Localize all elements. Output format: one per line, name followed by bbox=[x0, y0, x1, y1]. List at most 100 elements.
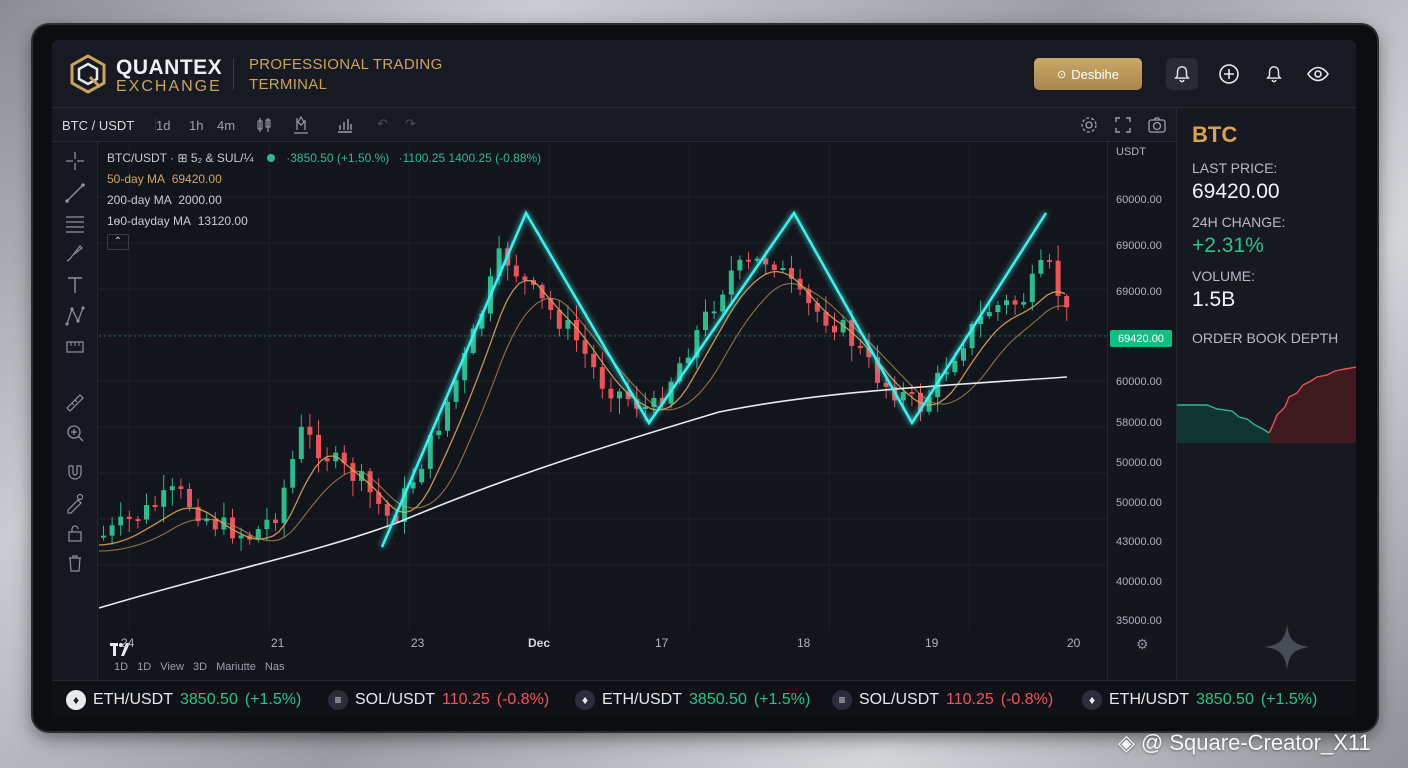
candle-body bbox=[771, 264, 777, 271]
eth-icon: ♦ bbox=[66, 690, 86, 710]
candle-body bbox=[144, 505, 149, 520]
crosshair-icon[interactable] bbox=[64, 150, 86, 172]
plus-circle-icon[interactable] bbox=[1215, 60, 1243, 88]
coin-icon: ⊙ bbox=[1057, 68, 1067, 81]
candle-body bbox=[384, 503, 390, 516]
candle-body bbox=[367, 471, 373, 493]
candle-body bbox=[780, 268, 786, 271]
ticker-price: 110.25 bbox=[442, 691, 490, 708]
ma50-label: 50-day MA bbox=[107, 172, 166, 186]
range-3d[interactable]: 3D bbox=[193, 661, 207, 673]
lock-draw-icon[interactable] bbox=[64, 492, 86, 514]
indicators-icon[interactable] bbox=[292, 115, 310, 138]
ticker-item[interactable]: ≡ SOL/USDT 110.25 (-0.8%) bbox=[328, 690, 549, 710]
trading-terminal: QUANTEX EXCHANGE PROFESSIONAL TRADING TE… bbox=[52, 40, 1356, 716]
chart-toolbar: BTC / USDT 1d 1h 4m ↶ ↷ bbox=[52, 108, 1176, 142]
price-chart[interactable]: BTC/USDT · ⊞ 5₂ & SUL/¼ ·3850.50 (+1.50.… bbox=[99, 142, 1107, 680]
timeframe-1h[interactable]: 1h bbox=[189, 118, 203, 133]
candle-body bbox=[832, 325, 837, 333]
time-axis[interactable]: 24 21 23 Dec 17 18 19 20 bbox=[99, 630, 1107, 652]
ruler-icon[interactable] bbox=[64, 392, 86, 414]
moving-averages bbox=[99, 270, 1068, 609]
market-info-panel: BTC LAST PRICE: 69420.00 24H CHANGE: +2.… bbox=[1176, 108, 1356, 680]
fib-icon[interactable] bbox=[64, 212, 86, 234]
describe-button-label: Desbihe bbox=[1071, 66, 1119, 82]
candles-layer bbox=[101, 235, 1070, 551]
range-1d[interactable]: 1D bbox=[114, 661, 128, 673]
camera-icon[interactable] bbox=[1147, 116, 1167, 137]
settings-icon[interactable] bbox=[1080, 116, 1098, 137]
candle-body bbox=[1029, 273, 1035, 303]
ticker-item[interactable]: ≡ SOL/USDT 110.25 (-0.8%) bbox=[832, 690, 1053, 710]
candle-body bbox=[591, 353, 597, 368]
candle-body bbox=[995, 305, 1001, 313]
zoom-icon[interactable] bbox=[64, 422, 86, 444]
candle-body bbox=[178, 486, 184, 489]
legend-quote-2: ·1100.25 1400.25 (-0.88%) bbox=[398, 151, 542, 165]
ticker-item[interactable]: ♦ ETH/USDT 3850.50 (+1.5%) bbox=[66, 690, 301, 710]
ma50-value: 69420.00 bbox=[171, 172, 222, 186]
y-tick: 69000.00 bbox=[1116, 286, 1162, 298]
mariutte-label[interactable]: Mariutte Nas bbox=[216, 661, 284, 673]
candle-body bbox=[307, 426, 313, 435]
pattern-icon[interactable] bbox=[64, 305, 86, 327]
bars-icon[interactable] bbox=[336, 116, 354, 137]
y-tick: 60000.00 bbox=[1116, 376, 1162, 388]
last-price-tag: 69420.00 bbox=[1110, 330, 1172, 347]
price-axis[interactable]: USDT 60000.00 69000.00 69000.00 69420.00… bbox=[1107, 142, 1176, 680]
x-tick: 24 bbox=[121, 636, 135, 650]
bell-icon[interactable] bbox=[1166, 58, 1198, 90]
axis-settings-icon[interactable]: ⚙ bbox=[1136, 636, 1149, 653]
describe-button[interactable]: ⊙ Desbihe bbox=[1034, 58, 1142, 90]
x-tick: 20 bbox=[1067, 636, 1081, 650]
timeframe-1d[interactable]: 1d bbox=[155, 118, 170, 133]
candle-body bbox=[187, 488, 192, 507]
text-icon[interactable] bbox=[64, 274, 86, 296]
bell-icon[interactable] bbox=[1260, 60, 1288, 88]
pair-selector[interactable]: BTC / USDT bbox=[62, 118, 134, 133]
collapse-legend-button[interactable]: ⌃ bbox=[107, 234, 129, 250]
redo-icon[interactable]: ↷ bbox=[405, 116, 416, 132]
ticker-symbol: SOL/USDT bbox=[355, 691, 436, 708]
candle-body bbox=[1064, 295, 1070, 308]
candle-body bbox=[1021, 302, 1027, 305]
trash-icon[interactable] bbox=[64, 552, 86, 574]
legend-quote: ·3850.50 (+1.50.%) bbox=[286, 151, 390, 165]
candle-body bbox=[118, 516, 124, 526]
candles-icon[interactable] bbox=[256, 116, 272, 137]
candle-body bbox=[152, 505, 158, 508]
x-tick: 18 bbox=[797, 636, 811, 650]
candle-body bbox=[1047, 260, 1052, 263]
ticker-item[interactable]: ♦ ETH/USDT 3850.50 (+1.5%) bbox=[575, 690, 810, 710]
magnet-icon[interactable] bbox=[64, 462, 86, 484]
candle-body bbox=[324, 458, 330, 462]
trendline-icon[interactable] bbox=[64, 182, 86, 204]
measure-icon[interactable] bbox=[64, 336, 86, 358]
ticker-price: 3850.50 bbox=[180, 691, 238, 708]
candle-body bbox=[410, 482, 416, 489]
ticker-change: (-0.8%) bbox=[1000, 691, 1054, 708]
change-label: 24H CHANGE: bbox=[1192, 214, 1286, 230]
timeframe-4m[interactable]: 4m bbox=[217, 118, 235, 133]
candle-body bbox=[453, 380, 459, 402]
brush-icon[interactable] bbox=[64, 242, 86, 264]
candle-body bbox=[1012, 300, 1018, 305]
ma100-label: 1ѳ0-dayday MA bbox=[107, 214, 192, 228]
view-button[interactable]: View bbox=[160, 661, 184, 673]
axis-unit: USDT bbox=[1116, 146, 1146, 158]
lock-icon[interactable] bbox=[64, 522, 86, 544]
legend-main: BTC/USDT · ⊞ 5₂ & SUL/¼ bbox=[107, 151, 254, 165]
volume-label: VOLUME: bbox=[1192, 268, 1256, 284]
order-book-depth-chart bbox=[1177, 366, 1356, 443]
brand-name: QUANTEX bbox=[116, 56, 223, 79]
depth-label: ORDER BOOK DEPTH bbox=[1192, 330, 1339, 346]
ticker-change: (+1.5%) bbox=[753, 691, 811, 708]
ticker-item[interactable]: ♦ ETH/USDT 3850.50 (+1.5%) bbox=[1082, 690, 1317, 710]
fullscreen-icon[interactable] bbox=[1114, 116, 1132, 137]
range-1d-2[interactable]: 1D bbox=[137, 661, 151, 673]
undo-icon[interactable]: ↶ bbox=[377, 116, 388, 132]
eye-icon[interactable] bbox=[1304, 60, 1332, 88]
candle-body bbox=[608, 388, 614, 399]
app-header: QUANTEX EXCHANGE PROFESSIONAL TRADING TE… bbox=[52, 40, 1356, 108]
bottom-range-bar: 1D 1D View 3D Mariutte Nas bbox=[114, 661, 284, 673]
